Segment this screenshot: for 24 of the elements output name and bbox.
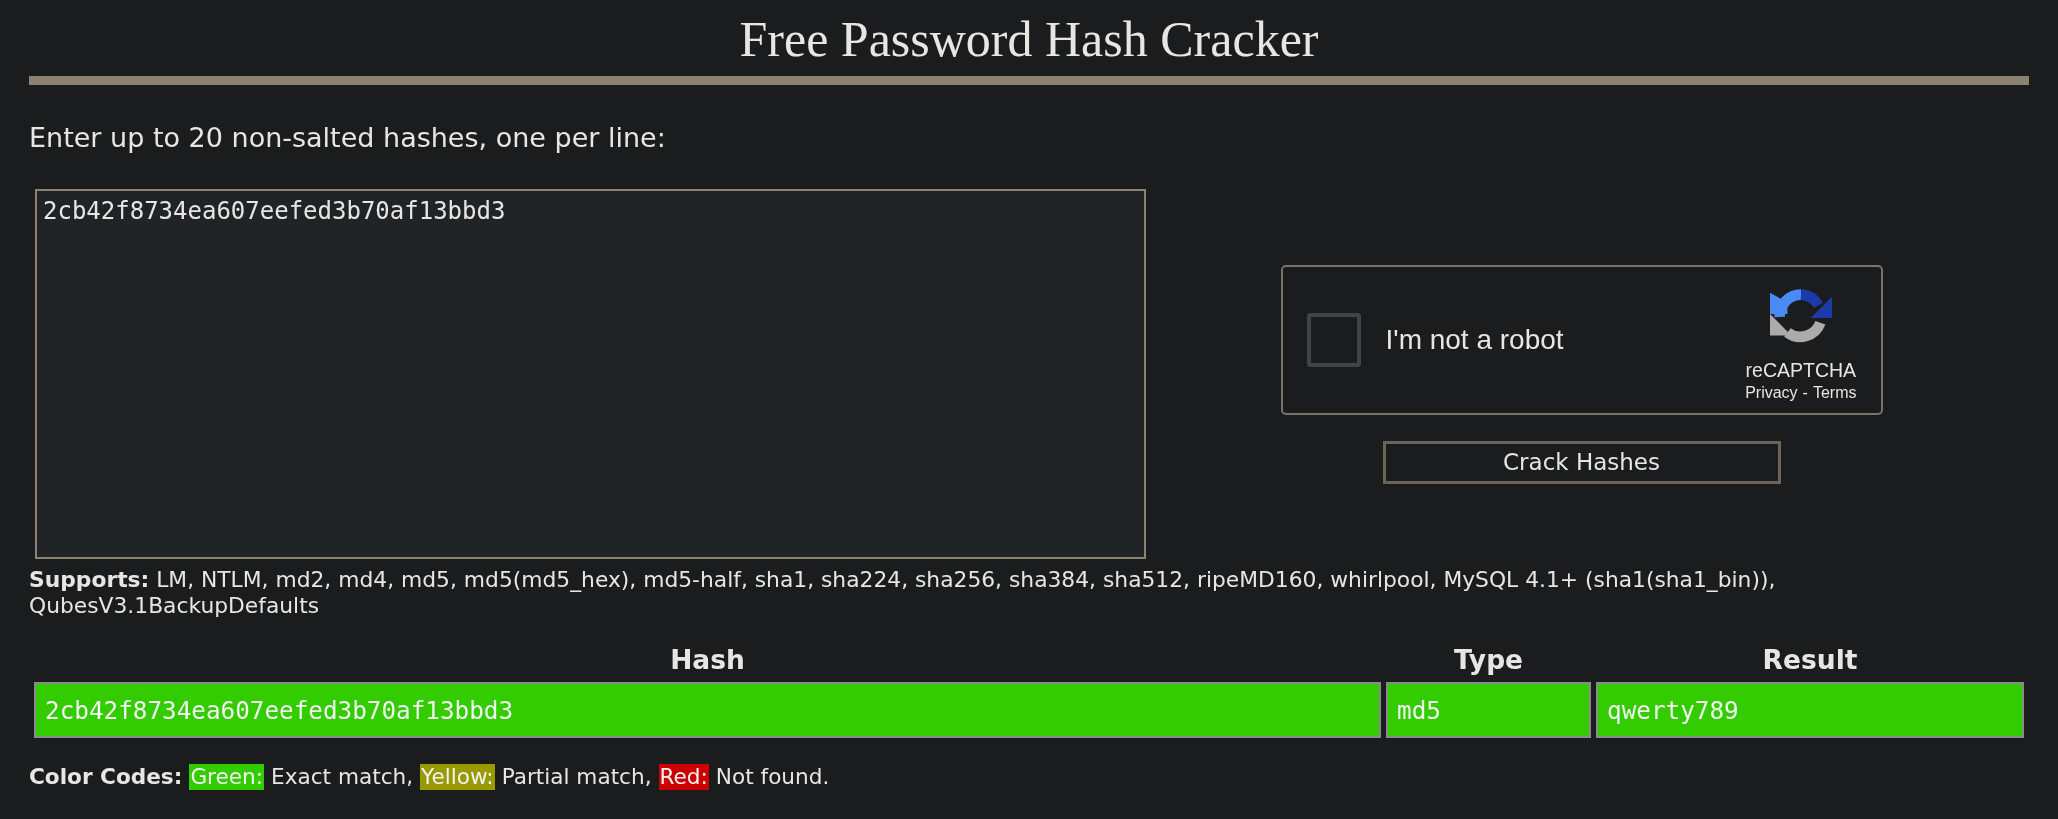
captcha-label: I'm not a robot [1385, 323, 1564, 356]
legend-text: Partial match, [501, 764, 652, 790]
legend-text: Not found. [715, 764, 830, 790]
legend-key: Red: [658, 764, 709, 790]
instructions-text: Enter up to 20 non-salted hashes, one per line: [29, 123, 667, 153]
page-title: Free Password Hash Cracker [738, 10, 1320, 66]
captcha-brand-text: reCAPTCHA [1745, 358, 1857, 381]
legend-text: Exact match, [271, 764, 414, 790]
column-header: Hash [669, 643, 746, 677]
legend-title: Color Codes: [29, 764, 183, 790]
legend-key: Green: [189, 764, 265, 790]
legend-key: Yellow: [420, 764, 495, 790]
supported-hashes-text: Supports: LM, NTLM, md2, md4, md5, md5(md5_hex), md5-half, sha1, sha224, sha256, sha384, sha512, ripeMD160, whirlpool, MySQL 4.1+ (sha1(sha1_bin)), QubesV3.1BackupDefaults [29, 567, 1777, 619]
captcha-link[interactable]: Terms [1812, 382, 1857, 403]
table-cell: 2cb42f8734ea607eefed3b70af13bbd3 [34, 682, 1381, 738]
captcha-link[interactable]: Privacy [1745, 382, 1798, 403]
link-separator: - [1802, 382, 1808, 403]
table-cell: qwerty789 [1596, 682, 2024, 738]
captcha-checkbox[interactable] [1306, 312, 1361, 367]
table-cell: md5 [1386, 682, 1591, 738]
column-header: Type [1452, 643, 1525, 677]
column-header: Result [1761, 643, 1859, 677]
hash-input-field[interactable]: 2cb42f8734ea607eefed3b70af13bbd3 [35, 189, 1146, 559]
crack-hashes-button[interactable]: Crack Hashes [1382, 440, 1781, 484]
